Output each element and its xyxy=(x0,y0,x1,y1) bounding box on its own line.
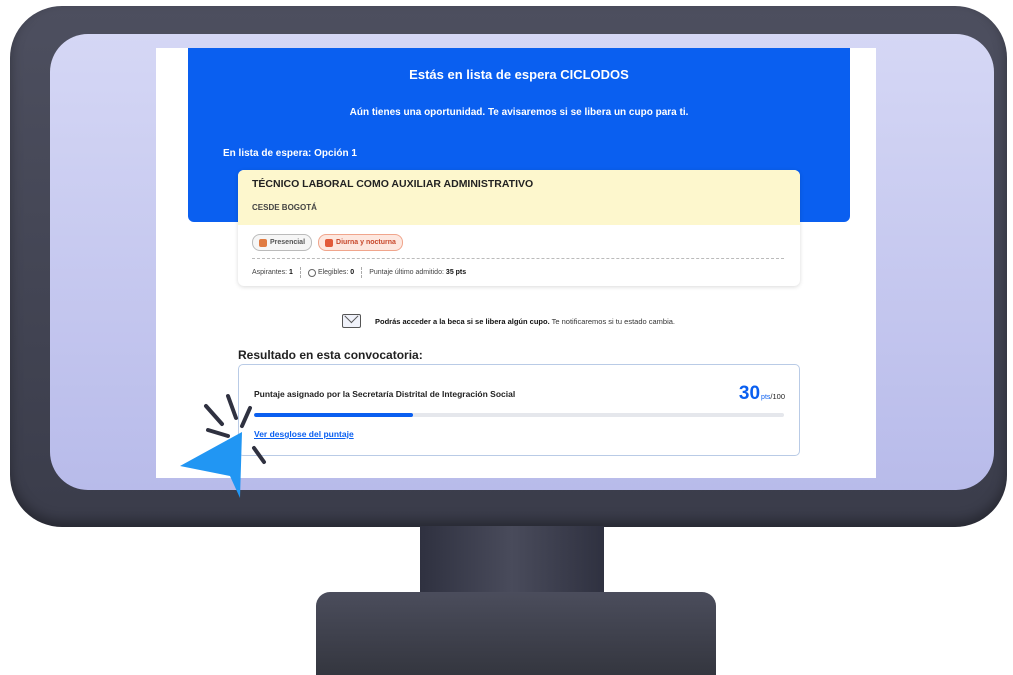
banner-subtitle: Aún tienes una oportunidad. Te avisaremo… xyxy=(349,107,689,118)
monitor-base xyxy=(316,592,716,675)
eligible-value: 0 xyxy=(350,269,355,276)
stat-separator xyxy=(361,267,363,278)
tag-modality: Presencial xyxy=(252,234,313,251)
tag-modality-label: Presencial xyxy=(270,239,306,246)
program-name: TÉCNICO LABORAL COMO AUXILIAR ADMINISTRA… xyxy=(252,178,534,190)
applicants-value: 1 xyxy=(289,269,293,276)
notice-text: Podrás acceder a la beca si se libera al… xyxy=(375,317,675,326)
score-max: /100 xyxy=(770,392,785,401)
click-ray xyxy=(226,394,238,420)
score-value: 30 xyxy=(738,383,761,404)
notice-bold: Podrás acceder a la beca si se libera al… xyxy=(375,316,550,326)
program-card: TÉCNICO LABORAL COMO AUXILIAR ADMINISTRA… xyxy=(238,170,800,286)
waitlist-option-label: En lista de espera: Opción 1 xyxy=(223,148,357,159)
tag-schedule-label: Diurna y nocturna xyxy=(336,239,396,246)
applicants-label: Aspirantes: xyxy=(252,269,288,276)
person-icon xyxy=(307,268,316,277)
house-icon xyxy=(259,238,267,247)
stat-separator xyxy=(299,267,301,278)
score-progress-bar xyxy=(254,413,784,417)
program-stats: Aspirantes: 1 Elegibles: 0 Puntaje últim… xyxy=(252,267,466,278)
eligible-label: Elegibles: xyxy=(317,269,349,276)
program-tags: Presencial Diurna y nocturna xyxy=(252,234,403,251)
last-score-value: 35 pts xyxy=(445,269,467,276)
institution-name: CESDE BOGOTÁ xyxy=(252,203,317,212)
last-score-label: Puntaje último admitido: xyxy=(369,269,444,276)
arrow-shape xyxy=(180,432,242,498)
tag-schedule: Diurna y nocturna xyxy=(318,234,403,251)
mail-icon xyxy=(342,314,361,328)
monitor-neck xyxy=(420,526,604,596)
click-ray xyxy=(206,428,230,438)
cursor-pointer-icon xyxy=(180,394,266,498)
scholarship-notice: Podrás acceder a la beca si se libera al… xyxy=(342,314,675,328)
result-section-title: Resultado en esta convocatoria: xyxy=(238,348,423,362)
score-unit: pts xyxy=(761,394,771,401)
banner-title: Estás en lista de espera CICLODOS xyxy=(409,67,629,82)
card-divider xyxy=(252,258,784,259)
score-label: Puntaje asignado por la Secretaría Distr… xyxy=(254,389,516,399)
click-ray xyxy=(204,404,224,426)
sun-moon-icon xyxy=(325,238,334,247)
click-ray xyxy=(252,446,266,464)
score-display: 30 pts /100 xyxy=(739,383,785,405)
program-card-header: TÉCNICO LABORAL COMO AUXILIAR ADMINISTRA… xyxy=(238,170,800,225)
notice-rest: Te notificaremos si tu estado cambia. xyxy=(549,316,676,326)
click-ray xyxy=(240,406,252,428)
result-card: Puntaje asignado por la Secretaría Distr… xyxy=(238,364,800,456)
